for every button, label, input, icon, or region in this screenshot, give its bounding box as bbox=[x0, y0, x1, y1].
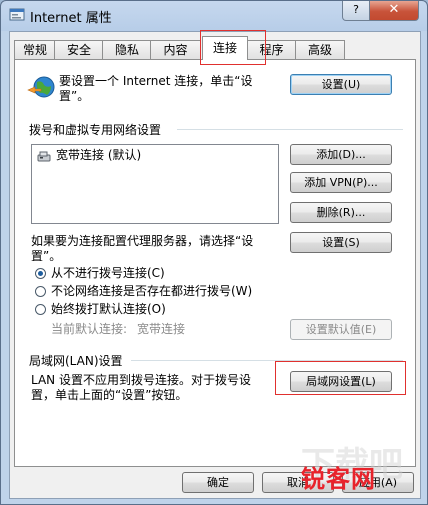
setup-button[interactable]: 设置(U) bbox=[290, 74, 392, 95]
dialog-client-area: 常规 安全 隐私 内容 连接 程序 高级 要设置一个 Internet 连接，单… bbox=[9, 31, 421, 499]
radio-always-dial-default[interactable] bbox=[35, 304, 46, 315]
tab-security[interactable]: 安全 bbox=[54, 40, 104, 60]
proxy-settings-button[interactable]: 设置(S) bbox=[290, 232, 392, 253]
list-item-label: 宽带连接 (默认) bbox=[56, 148, 142, 162]
broadband-connection-icon bbox=[37, 151, 51, 162]
lan-description-line2: 置，单击上面的“设置”按钮。 bbox=[31, 388, 188, 402]
lan-divider bbox=[131, 360, 403, 361]
ok-button[interactable]: 确定 bbox=[182, 472, 254, 493]
tab-content[interactable]: 内容 bbox=[150, 40, 201, 60]
tab-advanced[interactable]: 高级 bbox=[295, 40, 345, 60]
lan-settings-button[interactable]: 局域网设置(L) bbox=[290, 371, 392, 392]
window-title: Internet 属性 bbox=[30, 11, 112, 26]
setup-description-line1: 要设置一个 Internet 连接，单击“设 bbox=[59, 74, 253, 88]
add-vpn-button[interactable]: 添加 VPN(P)... bbox=[290, 172, 392, 193]
dialup-section-label: 拨号和虚拟专用网络设置 bbox=[29, 123, 162, 137]
radio-dial-whenever-label[interactable]: 不论网络连接是否存在都进行拨号(W) bbox=[51, 284, 252, 299]
current-default-label: 当前默认连接: bbox=[51, 322, 128, 336]
tab-programs[interactable]: 程序 bbox=[246, 40, 297, 60]
internet-properties-window: Internet 属性 ? ✕ 常规 安全 隐私 内容 连接 程序 高级 要设置… bbox=[0, 0, 428, 505]
radio-dial-whenever[interactable] bbox=[35, 286, 46, 297]
watermark-logo-text: 锐客网 bbox=[301, 465, 376, 493]
internet-globe-icon bbox=[27, 76, 55, 98]
close-button[interactable]: ✕ bbox=[369, 1, 419, 21]
tab-connections[interactable]: 连接 bbox=[202, 36, 248, 60]
tab-general[interactable]: 常规 bbox=[14, 40, 56, 60]
lan-section-label: 局域网(LAN)设置 bbox=[29, 354, 123, 368]
current-default-value: 宽带连接 bbox=[137, 322, 186, 336]
tab-privacy[interactable]: 隐私 bbox=[102, 40, 152, 60]
radio-always-dial-default-label[interactable]: 始终拨打默认连接(O) bbox=[51, 302, 166, 317]
help-button[interactable]: ? bbox=[342, 1, 370, 21]
proxy-description-line1: 如果要为连接配置代理服务器，请选择“设 bbox=[31, 234, 254, 248]
proxy-description-line2: 置”。 bbox=[31, 249, 62, 263]
dialup-divider bbox=[177, 129, 403, 130]
radio-never-dial-label[interactable]: 从不进行拨号连接(C) bbox=[51, 266, 165, 281]
connections-panel: 要设置一个 Internet 连接，单击“设 置”。 设置(U) 拨号和虚拟专用… bbox=[14, 59, 416, 467]
radio-never-dial[interactable] bbox=[35, 268, 46, 279]
connection-list[interactable]: 宽带连接 (默认) bbox=[31, 144, 279, 224]
internet-options-icon bbox=[9, 8, 25, 21]
remove-button[interactable]: 删除(R)... bbox=[290, 202, 392, 223]
title-bar[interactable]: Internet 属性 ? ✕ bbox=[1, 1, 427, 31]
set-default-button[interactable]: 设置默认值(E) bbox=[290, 319, 392, 340]
add-button[interactable]: 添加(D)... bbox=[290, 144, 392, 165]
lan-description-line1: LAN 设置不应用到拨号连接。对于拨号设 bbox=[31, 373, 251, 387]
setup-description-line2: 置”。 bbox=[59, 89, 90, 103]
